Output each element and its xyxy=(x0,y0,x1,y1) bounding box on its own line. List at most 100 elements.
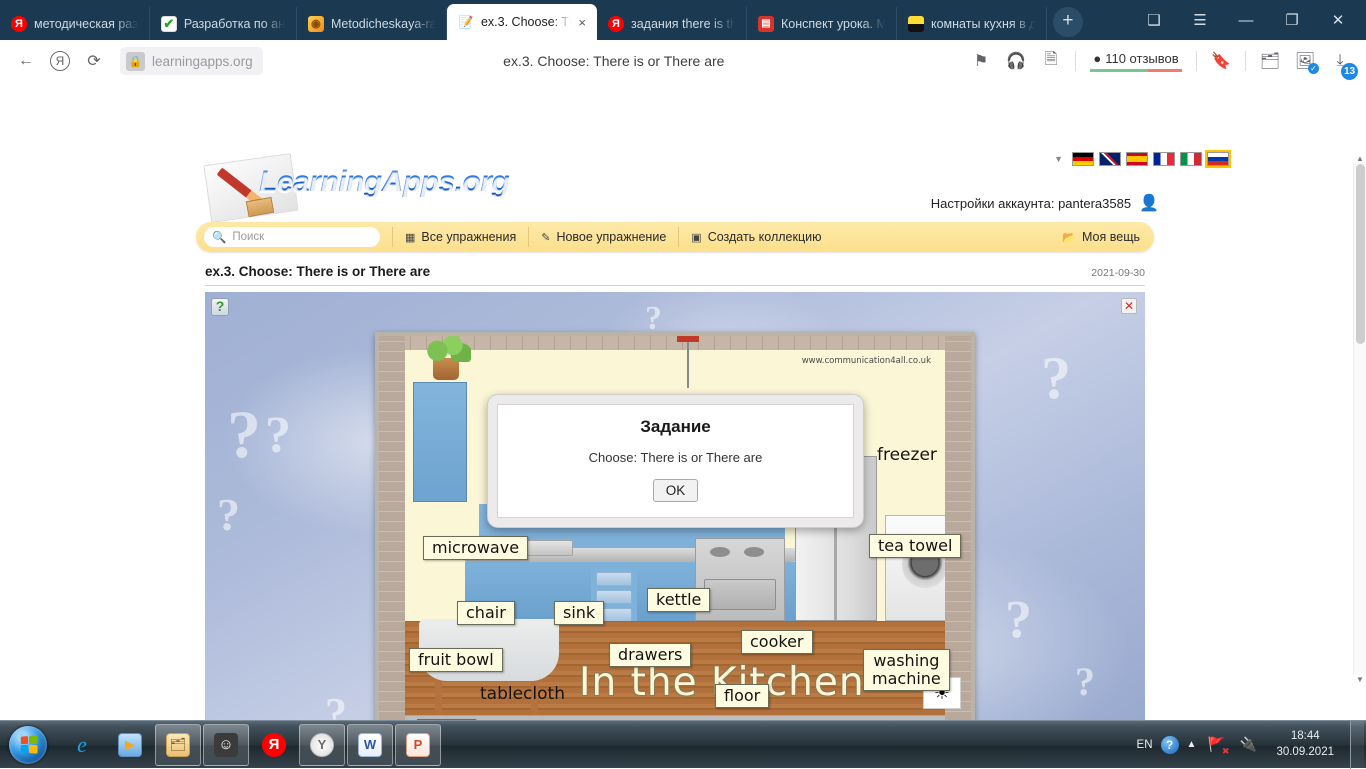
media-player-icon: ▶ xyxy=(118,733,142,757)
close-window-button[interactable]: ✕ xyxy=(1316,0,1360,40)
decorative-question-mark: ? xyxy=(265,410,291,462)
label-tea-towel[interactable]: tea towel xyxy=(869,534,961,558)
chevron-down-icon[interactable]: ▼ xyxy=(1054,154,1063,164)
browser-chrome: Я методическая раз ✔ Разработка по ан ◉ … xyxy=(0,0,1366,82)
scroll-up-arrow[interactable]: ▲ xyxy=(1356,154,1364,163)
label-chair[interactable]: chair xyxy=(457,601,515,625)
page-scrollbar[interactable]: ▲ ▼ xyxy=(1353,164,1366,674)
nav-create-collection[interactable]: ▣ Создать коллекцию xyxy=(691,230,821,244)
language-flags: ▼ xyxy=(1054,152,1229,166)
taskbar-yandex-browser-2[interactable]: Y xyxy=(299,724,345,766)
image-saved-icon[interactable]: 🖼✓ xyxy=(1289,45,1321,77)
internet-explorer-icon: e xyxy=(70,733,94,757)
browser-tab-3[interactable]: ◉ Metodicheskaya-ra xyxy=(297,7,447,40)
nav-label: Моя вещь xyxy=(1082,230,1140,244)
network-icon[interactable]: 🚩✖ xyxy=(1204,733,1228,757)
start-button[interactable] xyxy=(2,724,54,766)
taskbar-app-emoticon[interactable]: ☺ xyxy=(203,724,249,766)
nav-my-stuff[interactable]: 📂 Моя вещь xyxy=(1062,230,1140,244)
search-input[interactable]: 🔍 Поиск xyxy=(204,227,380,247)
tab-label: методическая раз xyxy=(34,17,138,31)
taskbar-microsoft-powerpoint[interactable]: P xyxy=(395,724,441,766)
fullscreen-icon[interactable]: ✕ xyxy=(1121,298,1137,314)
flag-fr[interactable] xyxy=(1153,152,1175,166)
browser-tab-4-active[interactable]: 📝 ex.3. Choose: Th × xyxy=(447,4,597,40)
downloads-icon[interactable]: ⤓ 13 xyxy=(1324,45,1356,77)
address-bar[interactable]: 🔒 learningapps.org xyxy=(120,47,263,75)
nav-new-exercise[interactable]: ✎ Новое упражнение xyxy=(541,230,666,244)
tab-strip: Я методическая раз ✔ Разработка по ан ◉ … xyxy=(0,0,1366,40)
flag-it[interactable] xyxy=(1180,152,1202,166)
tab-label: Разработка по ан xyxy=(184,17,285,31)
reviews-button[interactable]: ● 110 отзывов xyxy=(1084,51,1188,72)
emoticon-icon: ☺ xyxy=(214,733,238,757)
flag-es[interactable] xyxy=(1126,152,1148,166)
reload-button[interactable]: ⟳ xyxy=(78,45,110,77)
windows-logo-icon xyxy=(9,726,47,764)
power-icon[interactable]: 🔌 xyxy=(1236,733,1260,757)
help-icon[interactable]: ? xyxy=(211,298,229,316)
browser-tab-5[interactable]: Я задания there is th xyxy=(597,7,747,40)
browser-tab-7[interactable]: комнаты кухня в д xyxy=(897,7,1047,40)
label-fruit-bowl[interactable]: fruit bowl xyxy=(409,648,503,672)
task-dialog: Задание Choose: There is or There are OK xyxy=(487,394,864,528)
label-sink[interactable]: sink xyxy=(554,601,604,625)
site-logo[interactable]: LearningApps.org xyxy=(207,159,527,217)
pencil-icon: ✎ xyxy=(541,231,550,244)
maximize-button[interactable]: ❐ xyxy=(1270,0,1314,40)
hob-ring xyxy=(710,547,730,557)
nav-all-exercises[interactable]: ▦ Все упражнения xyxy=(405,230,516,244)
language-indicator[interactable]: EN xyxy=(1137,739,1153,751)
label-washing-machine[interactable]: washing machine xyxy=(863,649,950,691)
browser-tab-6[interactable]: ▤ Конспект урока. М xyxy=(747,7,897,40)
yandex-protect-icon[interactable]: Я xyxy=(50,51,70,71)
label-kettle[interactable]: kettle xyxy=(647,588,710,612)
nav-divider xyxy=(528,227,529,247)
scrollbar-thumb[interactable] xyxy=(1356,164,1365,344)
window-controls: ❑ ☰ — ❐ ✕ xyxy=(1132,0,1366,40)
browser-tab-1[interactable]: Я методическая раз xyxy=(0,7,150,40)
bookmark-page-icon[interactable]: 🔖 xyxy=(1205,45,1237,77)
dialog-message: Choose: There is or There are xyxy=(589,450,763,465)
tab-label: Metodicheskaya-ra xyxy=(331,17,435,31)
minimize-button[interactable]: — xyxy=(1224,0,1268,40)
tab-label: Конспект урока. М xyxy=(781,17,885,31)
check-favicon-icon: ✔ xyxy=(161,16,177,32)
translate-icon[interactable]: ⚑ xyxy=(965,45,997,77)
label-drawers[interactable]: drawers xyxy=(609,643,691,667)
headphones-icon[interactable]: 🎧 xyxy=(1000,45,1032,77)
collections-icon[interactable]: 🗂 xyxy=(1254,45,1286,77)
menu-icon[interactable]: ☰ xyxy=(1178,0,1222,40)
label-floor[interactable]: floor xyxy=(715,684,769,708)
flag-en[interactable] xyxy=(1099,152,1121,166)
reader-mode-icon[interactable]: 🗎 xyxy=(1035,45,1067,77)
new-tab-button[interactable]: + xyxy=(1053,7,1083,37)
label-microwave[interactable]: microwave xyxy=(423,536,528,560)
label-cooker[interactable]: cooker xyxy=(741,630,813,654)
taskbar-yandex-browser[interactable]: Я xyxy=(251,724,297,766)
dialog-ok-button[interactable]: OK xyxy=(653,479,699,502)
label-tablecloth[interactable]: tablecloth xyxy=(472,683,573,706)
scroll-down-arrow[interactable]: ▼ xyxy=(1356,675,1364,684)
label-freezer[interactable]: freezer xyxy=(869,444,945,467)
oven-door xyxy=(704,579,776,610)
taskbar-file-explorer[interactable]: 🗂 xyxy=(155,724,201,766)
search-icon: 🔍 xyxy=(212,230,226,244)
tab-close-icon[interactable]: × xyxy=(578,16,586,29)
page-title: ex.3. Choose: There is or There are xyxy=(205,264,430,279)
show-hidden-icons-icon[interactable]: ▲ xyxy=(1187,739,1197,750)
document-favicon-icon: 📝 xyxy=(458,14,474,30)
flag-de[interactable] xyxy=(1072,152,1094,166)
flag-ru[interactable] xyxy=(1207,152,1229,166)
back-button[interactable]: ← xyxy=(10,45,42,77)
browser-toolbar: ← Я ⟳ 🔒 learningapps.org ex.3. Choose: T… xyxy=(0,40,1366,82)
bookmarks-icon[interactable]: ❑ xyxy=(1132,0,1176,40)
taskbar-internet-explorer[interactable]: e xyxy=(59,724,105,766)
help-icon[interactable]: ? xyxy=(1161,736,1179,754)
browser-tab-2[interactable]: ✔ Разработка по ан xyxy=(150,7,297,40)
clock[interactable]: 18:44 30.09.2021 xyxy=(1268,729,1342,760)
taskbar-media-player[interactable]: ▶ xyxy=(107,724,153,766)
show-desktop-button[interactable] xyxy=(1350,721,1364,769)
taskbar-microsoft-word[interactable]: W xyxy=(347,724,393,766)
account-settings-link[interactable]: Настройки аккаунта: pantera3585 👤 xyxy=(931,193,1159,213)
